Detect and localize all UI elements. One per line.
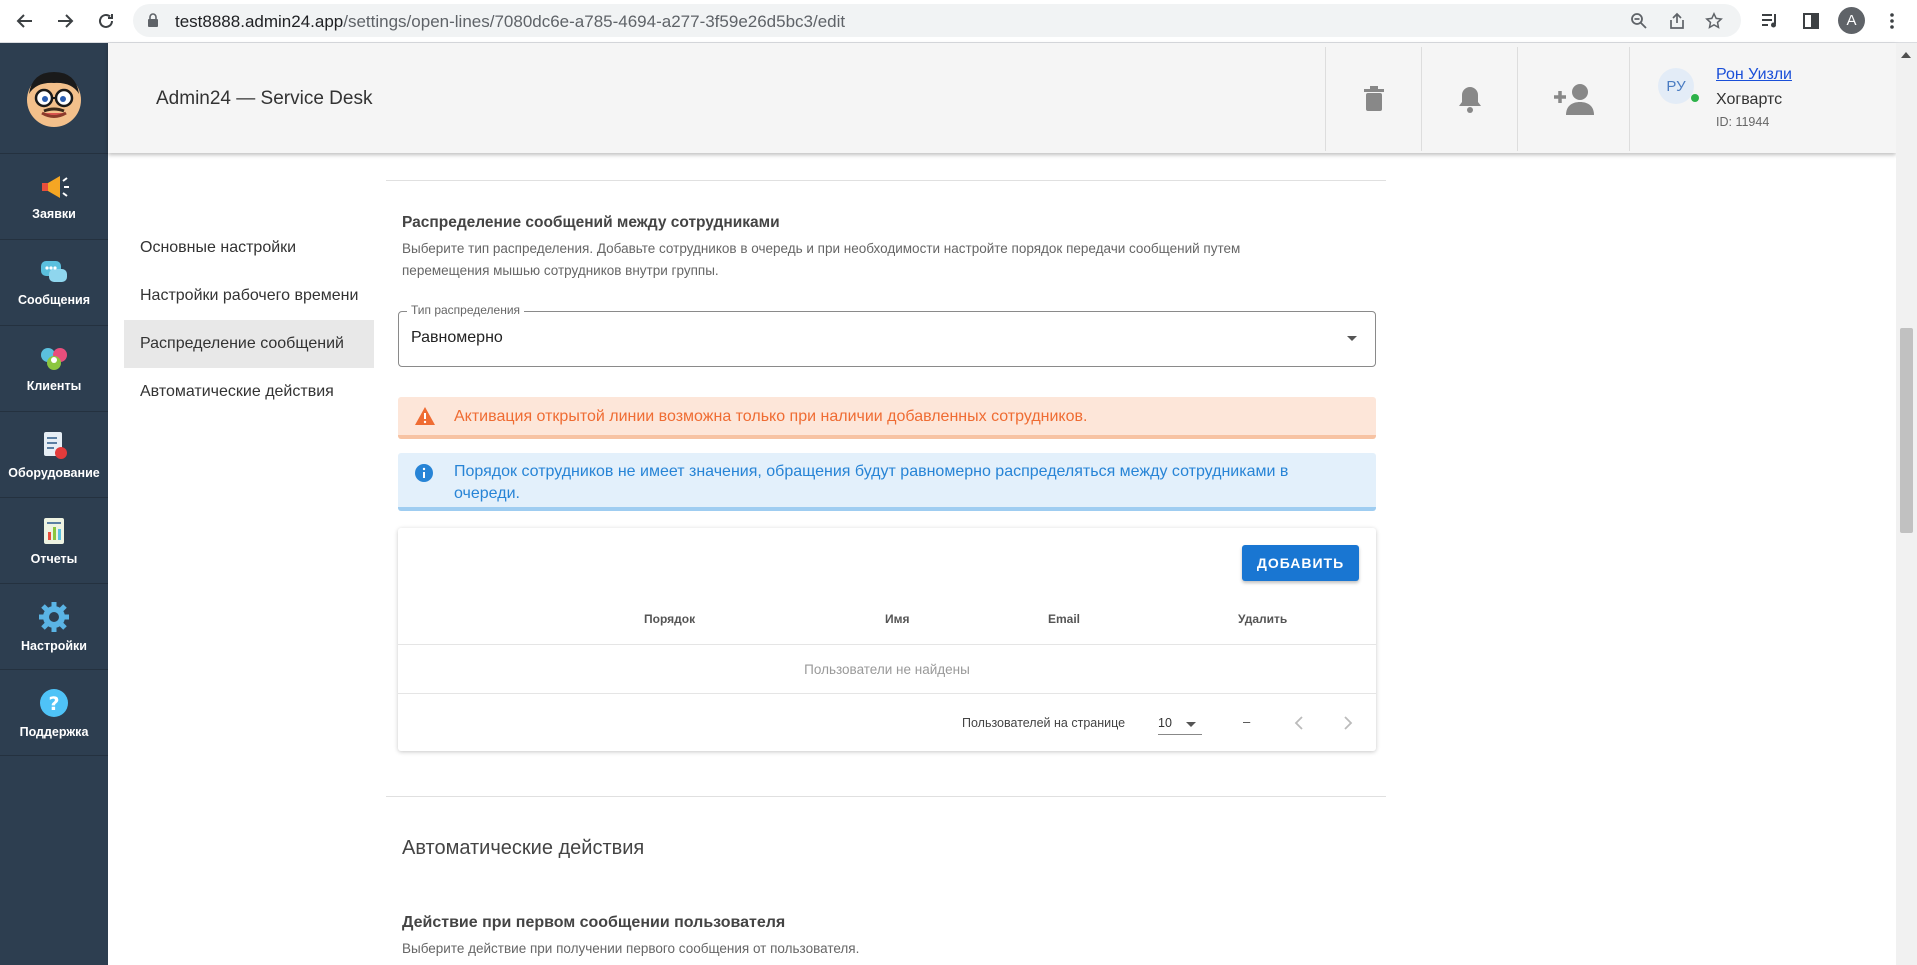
settings-nav-auto-actions[interactable]: Автоматические действия	[124, 368, 374, 416]
scroll-up-arrow-icon[interactable]	[1901, 52, 1911, 58]
forward-icon[interactable]	[50, 6, 80, 36]
help-icon: ?	[40, 688, 68, 717]
info-circle-icon	[414, 463, 434, 488]
settings-nav: Основные настройки Настройки рабочего вр…	[124, 224, 374, 416]
distribution-description: Выберите тип распределения. Добавьте сот…	[402, 241, 1241, 278]
chevron-left-icon	[1294, 716, 1303, 730]
chevron-right-icon	[1344, 716, 1353, 730]
first-message-description: Выберите действие при получении первого …	[402, 941, 860, 956]
back-icon[interactable]	[10, 6, 40, 36]
user-organization: Хогвартс	[1716, 91, 1783, 108]
app-header: Admin24 — Service Desk	[108, 43, 1917, 153]
user-name-link[interactable]: Рон Уизли	[1716, 66, 1792, 84]
sidebar-item-support[interactable]: ? Поддержка	[0, 670, 108, 756]
sidebar-item-label: Настройки	[21, 638, 87, 653]
equipment-icon	[44, 431, 67, 459]
sidebar-item-requests[interactable]: Заявки	[0, 154, 108, 240]
app-logo[interactable]	[0, 43, 108, 154]
next-page-button[interactable]	[1335, 710, 1361, 736]
per-page-label: Пользователей на странице	[962, 716, 1126, 730]
sidebar-item-settings[interactable]: Настройки	[0, 584, 108, 670]
sidebar-item-label: Сообщения	[17, 292, 91, 307]
chat-bubbles-icon	[41, 260, 67, 282]
distribution-title: Распределение сообщений между сотрудника…	[402, 214, 780, 231]
warning-text: Активация открытой линии возможна только…	[454, 408, 1088, 425]
employees-table: ДОБАВИТЬ Порядок Имя Email Удалить Польз…	[398, 528, 1376, 751]
sidebar-item-clients[interactable]: Клиенты	[0, 326, 108, 412]
info-text: Порядок сотрудников не имеет значения, о…	[454, 463, 1289, 502]
first-message-title: Действие при первом сообщении пользовате…	[402, 914, 786, 931]
settings-nav-basic[interactable]: Основные настройки	[124, 224, 374, 272]
settings-nav-work-time[interactable]: Настройки рабочего времени	[124, 272, 374, 320]
scrollbar-thumb[interactable]	[1900, 328, 1913, 533]
megaphone-icon	[42, 175, 69, 198]
url-text: test8888.admin24.app/settings/open-lines…	[175, 12, 846, 31]
settings-nav-distribution[interactable]: Распределение сообщений	[124, 320, 374, 368]
media-icon[interactable]	[1756, 7, 1784, 35]
browser-toolbar: test8888.admin24.app/settings/open-lines…	[0, 0, 1917, 43]
sidebar-item-equipment[interactable]: Оборудование	[0, 412, 108, 498]
select-value: Равномерно	[411, 329, 503, 346]
select-label: Тип распределения	[407, 303, 525, 317]
kebab-menu-icon[interactable]	[1878, 7, 1906, 35]
app-sidebar: Заявки Сообщения Клиенты Оборудование От…	[0, 43, 108, 965]
sidepanel-icon[interactable]	[1797, 7, 1825, 35]
sidebar-item-label: Клиенты	[26, 378, 82, 393]
column-email[interactable]: Email	[1048, 612, 1080, 626]
browser-profile-avatar[interactable]: A	[1838, 7, 1865, 34]
gear-icon	[39, 601, 69, 632]
sidebar-item-reports[interactable]: Отчеты	[0, 498, 108, 584]
add-person-icon	[1554, 84, 1594, 115]
dropdown-caret-icon	[1347, 336, 1357, 341]
user-id: ID: 11944	[1716, 115, 1770, 129]
add-user-button[interactable]	[1517, 47, 1630, 151]
address-bar[interactable]: test8888.admin24.app/settings/open-lines…	[133, 4, 1741, 37]
per-page-caret-icon	[1186, 722, 1196, 727]
trash-icon	[1364, 86, 1384, 111]
report-icon	[44, 517, 64, 544]
per-page-value: 10	[1158, 716, 1172, 730]
zoom-icon[interactable]	[1629, 11, 1649, 31]
sidebar-item-messages[interactable]: Сообщения	[0, 240, 108, 326]
sidebar-item-label: Поддержка	[19, 724, 89, 739]
column-delete: Удалить	[1238, 612, 1288, 626]
svg-text:?: ?	[48, 693, 59, 715]
prev-page-button[interactable]	[1286, 710, 1312, 736]
sidebar-item-label: Заявки	[32, 206, 76, 221]
lock-icon	[147, 13, 159, 32]
user-avatar: РУ	[1658, 68, 1694, 104]
section-divider	[386, 796, 1386, 797]
star-icon[interactable]	[1704, 11, 1724, 31]
notifications-button[interactable]	[1421, 47, 1518, 151]
online-status-dot	[1691, 94, 1699, 102]
distribution-type-select[interactable]: Тип распределения Равномерно	[398, 303, 1376, 367]
warning-triangle-icon	[414, 406, 436, 431]
footer-divider	[398, 693, 1376, 694]
warning-alert: Активация открытой линии возможна только…	[398, 397, 1376, 439]
sidebar-item-label: Оборудование	[8, 465, 100, 480]
empty-state-text: Пользователи не найдены	[804, 662, 970, 677]
app-title: Admin24 — Service Desk	[156, 88, 373, 109]
reload-icon[interactable]	[91, 6, 121, 36]
bell-icon	[1459, 87, 1481, 113]
sidebar-item-label: Отчеты	[30, 551, 78, 566]
mascot-logo-icon	[27, 72, 81, 127]
per-page-select[interactable]: 10	[1158, 714, 1202, 735]
pagination-range: –	[1243, 714, 1251, 729]
clients-icon	[41, 347, 67, 370]
column-name[interactable]: Имя	[885, 612, 910, 626]
info-alert: Порядок сотрудников не имеет значения, о…	[398, 453, 1376, 511]
trash-button[interactable]	[1325, 47, 1422, 151]
column-order[interactable]: Порядок	[644, 612, 695, 626]
header-divider	[398, 644, 1376, 645]
share-icon[interactable]	[1667, 11, 1687, 31]
section-divider	[386, 180, 1386, 181]
add-employee-button[interactable]: ДОБАВИТЬ	[1242, 545, 1359, 581]
auto-actions-title: Автоматические действия	[402, 837, 645, 859]
